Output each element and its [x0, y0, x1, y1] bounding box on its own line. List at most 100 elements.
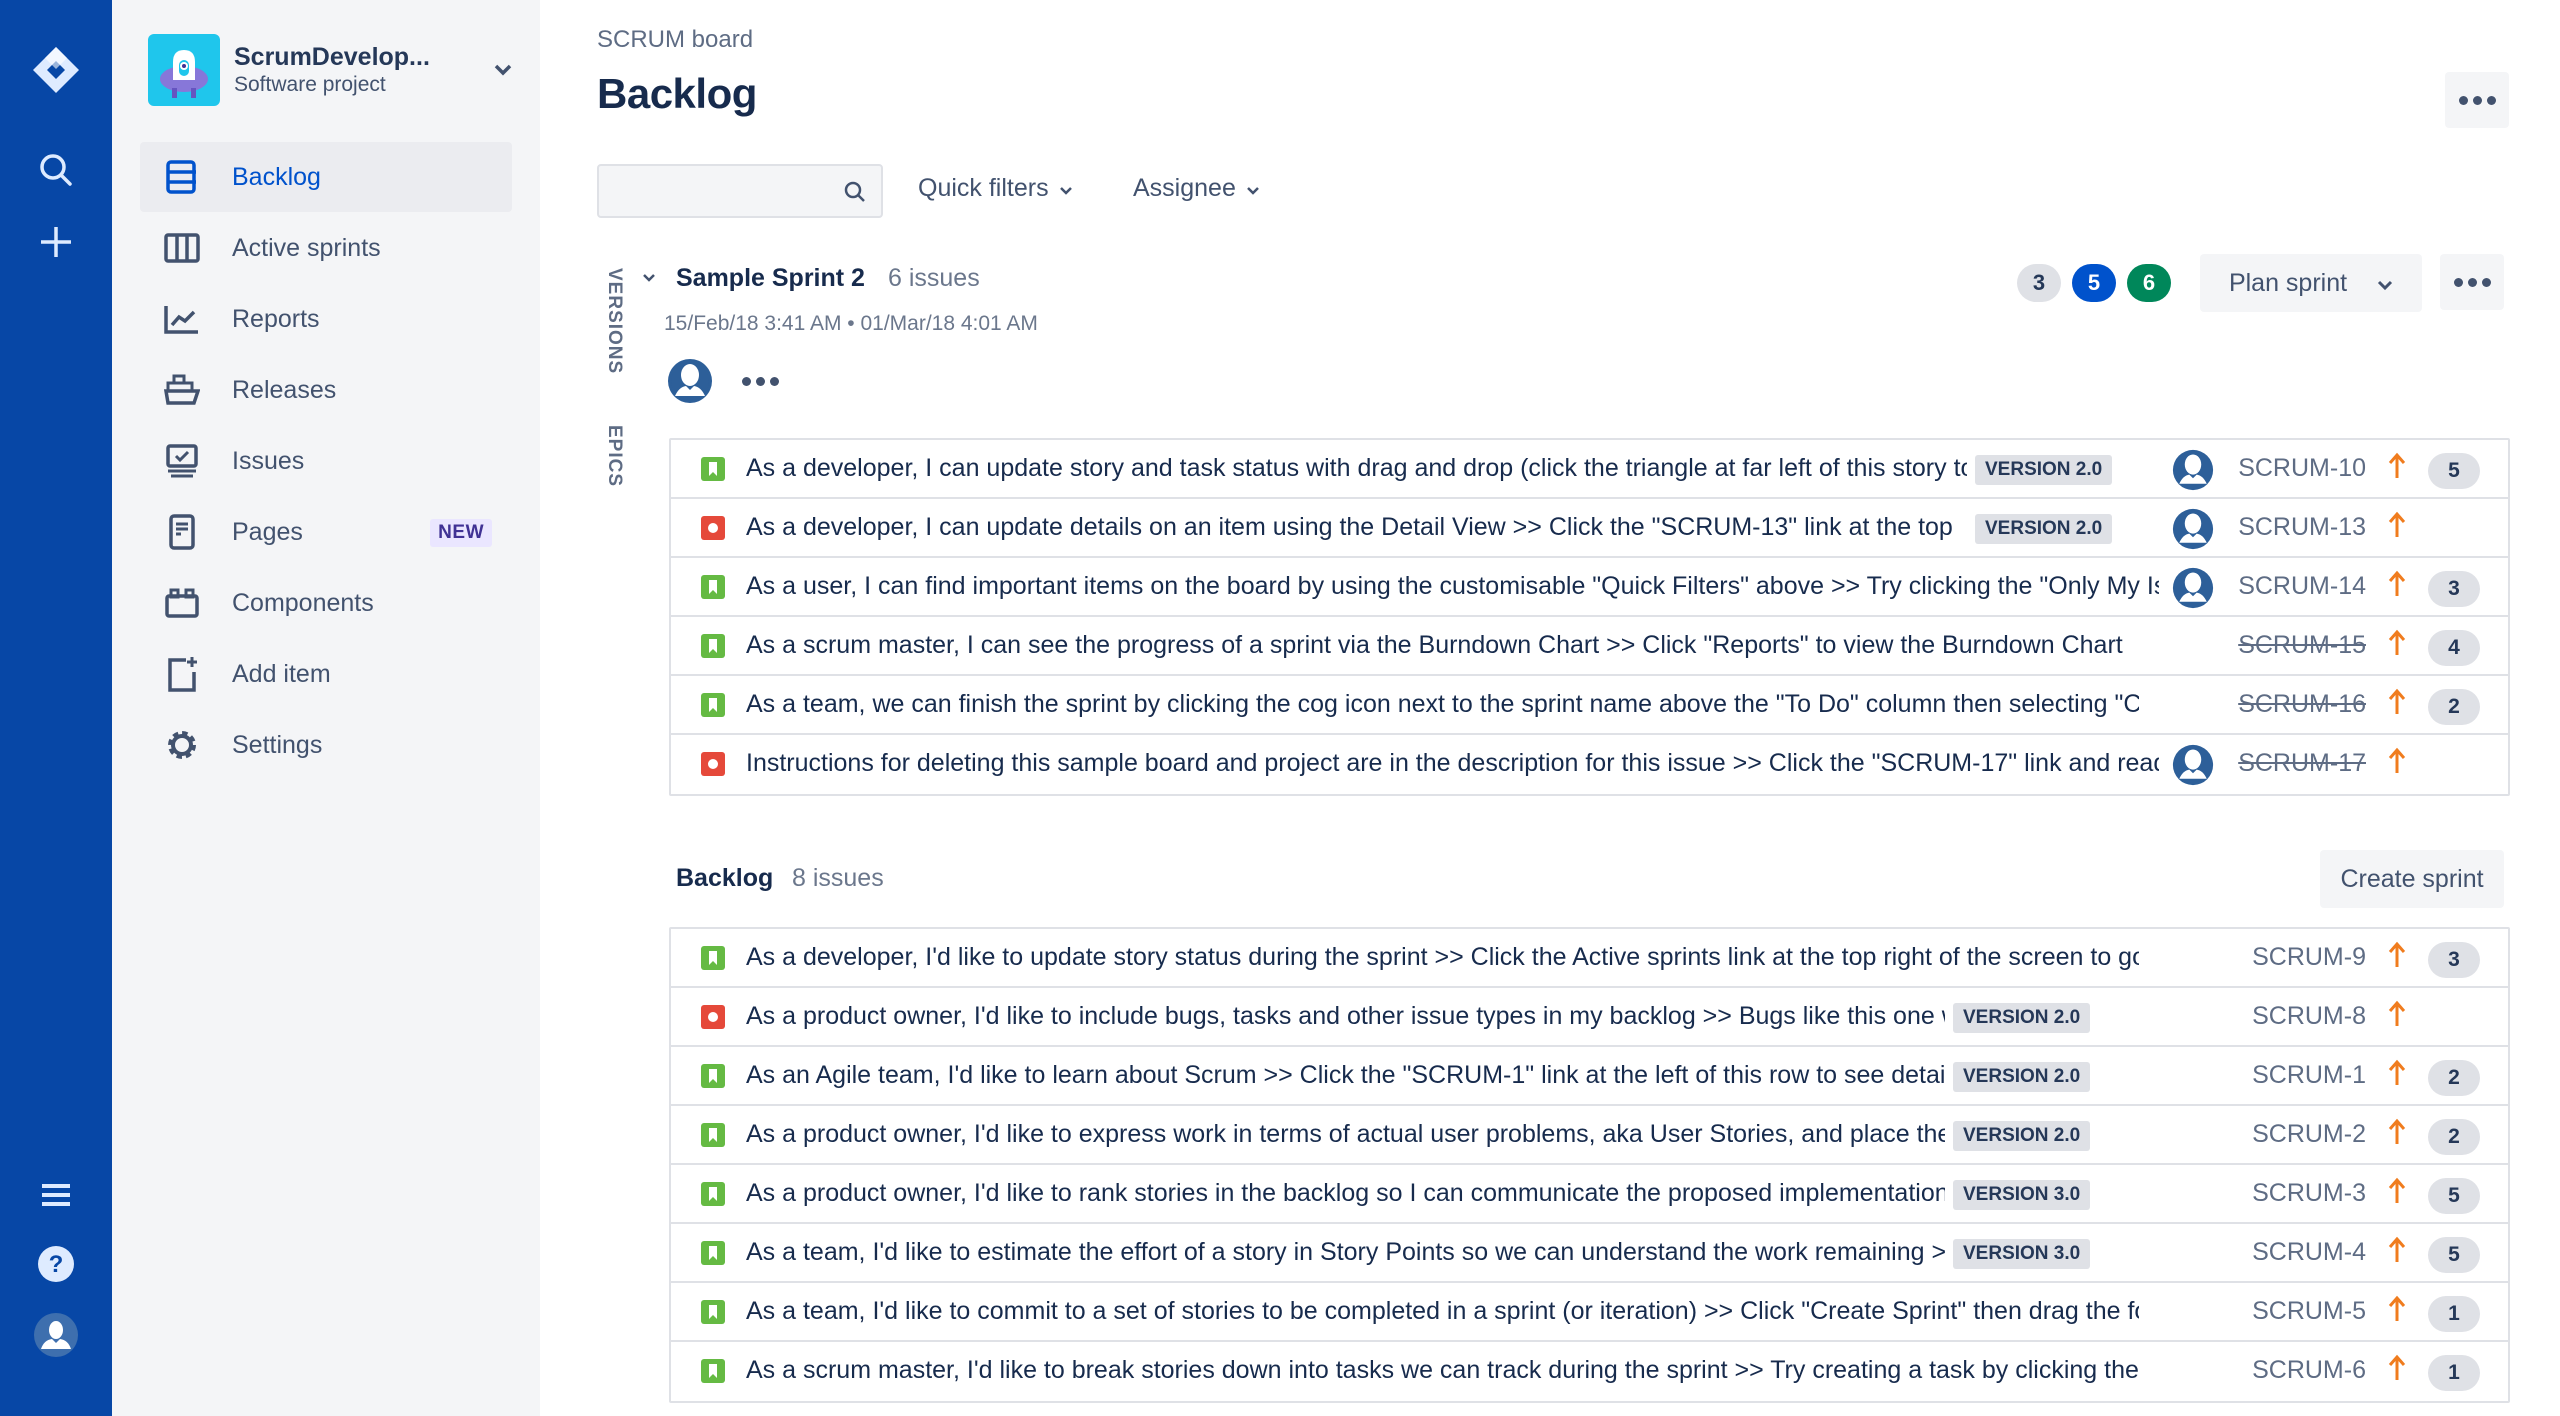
issue-key[interactable]: SCRUM-5 [2252, 1297, 2366, 1326]
issue-summary[interactable]: As a product owner, I'd like to rank sto… [746, 1179, 1945, 1208]
version-lozenge[interactable]: VERSION 3.0 [1953, 1239, 2091, 1269]
help-icon[interactable]: ? [0, 1234, 112, 1294]
issue-summary[interactable]: As a scrum master, I'd like to break sto… [746, 1356, 2139, 1385]
sidebar-item-add-item[interactable]: Add item [140, 639, 512, 709]
issue-key[interactable]: SCRUM-13 [2238, 513, 2366, 542]
issue-row[interactable]: As a user, I can find important items on… [671, 558, 2508, 617]
sidebar-item-backlog[interactable]: Backlog [140, 142, 512, 212]
issue-key[interactable]: SCRUM-16 [2238, 690, 2366, 719]
issue-summary[interactable]: As a scrum master, I can see the progres… [746, 631, 2139, 660]
sidebar-item-reports[interactable]: Reports [140, 284, 512, 354]
issue-row[interactable]: As an Agile team, I'd like to learn abou… [671, 1047, 2508, 1106]
sidebar-item-releases[interactable]: Releases [140, 355, 512, 425]
story-points-badge: 5 [2428, 1178, 2480, 1214]
profile-icon[interactable] [0, 1305, 112, 1365]
assignee-avatar-icon[interactable] [2172, 508, 2214, 555]
sidebar-item-settings[interactable]: Settings [140, 710, 512, 780]
issue-summary[interactable]: As a product owner, I'd like to include … [746, 1002, 1945, 1031]
issue-summary[interactable]: As a user, I can find important items on… [746, 572, 2159, 601]
issue-row[interactable]: As a product owner, I'd like to express … [671, 1106, 2508, 1165]
priority-high-icon [2388, 1236, 2406, 1269]
issue-summary[interactable]: As a developer, I'd like to update story… [746, 943, 2139, 972]
epics-panel-tab[interactable]: EPICS [603, 425, 625, 487]
issue-summary[interactable]: As a product owner, I'd like to express … [746, 1120, 1945, 1149]
priority-high-icon [2388, 452, 2406, 485]
quick-filters-dropdown[interactable]: Quick filters [918, 174, 1073, 203]
version-lozenge[interactable]: VERSION 3.0 [1953, 1180, 2091, 1210]
search-icon[interactable] [0, 140, 112, 200]
issue-row[interactable]: As a developer, I'd like to update story… [671, 929, 2508, 988]
issue-key[interactable]: SCRUM-2 [2252, 1120, 2366, 1149]
chevron-down-icon[interactable] [488, 64, 518, 76]
component-icon [162, 583, 202, 623]
page-more-button[interactable] [2445, 72, 2509, 128]
sprint-name[interactable]: Sample Sprint 2 [676, 264, 865, 293]
issue-key[interactable]: SCRUM-3 [2252, 1179, 2366, 1208]
issues-icon [162, 441, 202, 481]
story-points-badge: 4 [2428, 630, 2480, 666]
issue-row[interactable]: As a team, I'd like to estimate the effo… [671, 1224, 2508, 1283]
issue-key[interactable]: SCRUM-10 [2238, 454, 2366, 483]
issue-key[interactable]: SCRUM-1 [2252, 1061, 2366, 1090]
version-lozenge[interactable]: VERSION 2.0 [1975, 455, 2113, 485]
story-points-badge: 3 [2428, 942, 2480, 978]
backlog-issue-count: 8 issues [792, 864, 884, 892]
search-box[interactable] [597, 164, 883, 218]
story-type-icon [701, 457, 725, 481]
assignee-avatar-icon[interactable] [2172, 567, 2214, 614]
issue-row[interactable]: As a team, I'd like to commit to a set o… [671, 1283, 2508, 1342]
issue-row[interactable]: As a product owner, I'd like to rank sto… [671, 1165, 2508, 1224]
sprint-more-button[interactable] [2440, 254, 2504, 310]
status-count-done: 6 [2127, 264, 2171, 302]
sprint-collapse-chevron-icon[interactable] [642, 270, 656, 288]
search-input[interactable] [599, 166, 881, 216]
issue-summary[interactable]: Instructions for deleting this sample bo… [746, 749, 2159, 778]
issue-row[interactable]: As a scrum master, I can see the progres… [671, 617, 2508, 676]
issue-summary[interactable]: As an Agile team, I'd like to learn abou… [746, 1061, 1945, 1090]
more-icon [2458, 95, 2496, 105]
assignee-dropdown[interactable]: Assignee [1133, 174, 1260, 203]
story-type-icon [701, 1300, 725, 1324]
sidebar-item-label: Reports [232, 304, 320, 333]
issue-row[interactable]: As a developer, I can update details on … [671, 499, 2508, 558]
version-lozenge[interactable]: VERSION 2.0 [1975, 514, 2113, 544]
issue-row[interactable]: Instructions for deleting this sample bo… [671, 735, 2508, 794]
assignee-avatar-icon[interactable] [667, 358, 713, 409]
issue-key[interactable]: SCRUM-14 [2238, 572, 2366, 601]
issue-key[interactable]: SCRUM-8 [2252, 1002, 2366, 1031]
jira-logo-icon[interactable] [0, 40, 112, 100]
issue-row[interactable]: As a developer, I can update story and t… [671, 440, 2508, 499]
issue-row[interactable]: As a product owner, I'd like to include … [671, 988, 2508, 1047]
issue-key[interactable]: SCRUM-6 [2252, 1356, 2366, 1385]
issue-key[interactable]: SCRUM-17 [2238, 749, 2366, 778]
sidebar-item-components[interactable]: Components [140, 568, 512, 638]
version-lozenge[interactable]: VERSION 2.0 [1953, 1062, 2091, 1092]
version-lozenge[interactable]: VERSION 2.0 [1953, 1003, 2091, 1033]
sidebar-item-issues[interactable]: Issues [140, 426, 512, 496]
issue-key[interactable]: SCRUM-15 [2238, 631, 2366, 660]
issue-row[interactable]: As a team, we can finish the sprint by c… [671, 676, 2508, 735]
assignee-avatar-icon[interactable] [2172, 449, 2214, 496]
issue-summary[interactable]: As a team, I'd like to commit to a set o… [746, 1297, 2139, 1326]
version-lozenge[interactable]: VERSION 2.0 [1953, 1121, 2091, 1151]
issue-summary[interactable]: As a team, I'd like to estimate the effo… [746, 1238, 1945, 1267]
issue-row[interactable]: As a scrum master, I'd like to break sto… [671, 1342, 2508, 1401]
issue-summary[interactable]: As a team, we can finish the sprint by c… [746, 690, 2139, 719]
issue-summary[interactable]: As a developer, I can update details on … [746, 513, 1967, 542]
sidebar-item-pages[interactable]: Pages NEW [140, 497, 512, 567]
versions-panel-tab[interactable]: VERSIONS [603, 268, 625, 374]
plan-sprint-button[interactable]: Plan sprint [2200, 254, 2422, 312]
create-icon[interactable] [0, 212, 112, 272]
project-switcher[interactable]: ScrumDevelop... Software project [148, 34, 518, 106]
create-sprint-button[interactable]: Create sprint [2320, 850, 2504, 908]
issue-summary[interactable]: As a developer, I can update story and t… [746, 454, 1967, 483]
issue-key[interactable]: SCRUM-9 [2252, 943, 2366, 972]
assignee-avatar-icon[interactable] [2172, 744, 2214, 791]
story-type-icon [701, 1241, 725, 1265]
issue-key[interactable]: SCRUM-4 [2252, 1238, 2366, 1267]
sidebar-item-active-sprints[interactable]: Active sprints [140, 213, 512, 283]
breadcrumb[interactable]: SCRUM board [597, 26, 753, 54]
chevron-down-icon [2377, 269, 2393, 298]
menu-icon[interactable] [0, 1165, 112, 1225]
sprint-avatar-more-button[interactable] [742, 377, 779, 386]
